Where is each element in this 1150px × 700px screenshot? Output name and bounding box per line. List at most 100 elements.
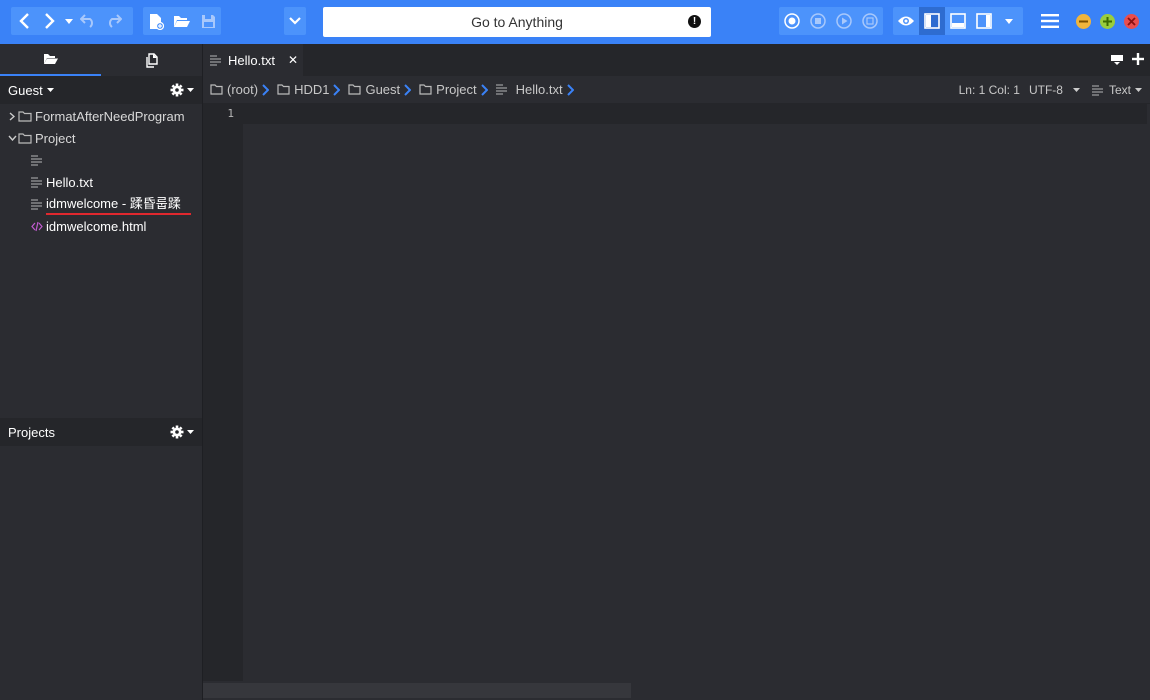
focus-mode-button[interactable] <box>893 7 919 35</box>
files-icon <box>145 52 158 68</box>
breadcrumb-label: Project <box>436 82 477 97</box>
nav-group <box>11 7 133 35</box>
chevron-down-icon[interactable] <box>7 135 17 141</box>
record-macro-button[interactable] <box>779 7 805 35</box>
editor-tab-bar: Hello.txt ✕ <box>203 44 1150 76</box>
plus-icon <box>1103 17 1112 26</box>
tree-item-label: FormatAfterNeedProgram <box>35 108 185 124</box>
toggle-bottom-pane-button[interactable] <box>945 7 971 35</box>
code-icon <box>31 221 43 231</box>
text-file-icon <box>495 84 507 95</box>
breadcrumb-item[interactable]: Guest <box>348 82 417 97</box>
view-dropdown[interactable] <box>997 7 1021 35</box>
save-macro-button[interactable] <box>857 7 883 35</box>
gear-icon <box>170 83 184 97</box>
folder-icon <box>419 84 432 95</box>
cursor-position[interactable]: Ln: 1 Col: 1 <box>959 83 1020 97</box>
chevron-right-icon[interactable] <box>7 111 17 121</box>
tree-item-file[interactable] <box>0 149 202 171</box>
tab-hello-txt[interactable]: Hello.txt ✕ <box>203 44 303 76</box>
stop-macro-button[interactable] <box>805 7 831 35</box>
folder-icon <box>348 84 362 95</box>
breadcrumb-label: Hello.txt <box>515 82 563 97</box>
tree-item-label: idmwelcome.html <box>46 218 147 234</box>
go-to-anything-input[interactable]: Go to Anything ! <box>323 7 711 37</box>
text-file-icon <box>31 198 42 210</box>
open-folder-icon <box>174 16 190 27</box>
text-file-icon <box>1091 84 1103 96</box>
breadcrumb-item[interactable]: HDD1 <box>277 82 346 97</box>
tab-close-icon[interactable]: ✕ <box>288 53 298 67</box>
tree-item-folder[interactable]: FormatAfterNeedProgram <box>0 105 202 127</box>
main-menu-button[interactable] <box>1037 7 1063 35</box>
projects-settings-button[interactable] <box>170 425 194 439</box>
left-pane-icon <box>924 13 940 29</box>
right-pane-icon <box>976 13 992 29</box>
encoding-dropdown[interactable]: UTF-8 <box>1029 83 1080 97</box>
breadcrumb: (root) HDD1 Guest Project Hello.txt Ln: … <box>203 76 1150 104</box>
eye-icon <box>898 16 914 26</box>
status-area: Ln: 1 Col: 1 UTF-8 Text <box>959 76 1142 104</box>
redo-button[interactable] <box>101 7 127 35</box>
left-sidebar: Guest FormatAfterNeedProgram Project Hel… <box>0 44 203 700</box>
breadcrumb-item[interactable]: Hello.txt <box>495 82 580 97</box>
save-button[interactable] <box>195 7 221 35</box>
macro-group <box>779 7 883 35</box>
play-macro-button[interactable] <box>831 7 857 35</box>
breadcrumb-separator-icon <box>566 83 574 96</box>
breadcrumb-separator-icon <box>480 83 488 96</box>
tree-item-label: Hello.txt <box>46 174 93 190</box>
editor-pane[interactable]: 1 <box>203 104 1150 681</box>
user-dropdown[interactable]: Guest <box>8 83 54 98</box>
save-macro-icon <box>862 13 878 29</box>
undo-button[interactable] <box>75 7 101 35</box>
close-window-button[interactable] <box>1124 14 1139 29</box>
tree-item-file[interactable]: idmwelcome - 蹂昏룹蹂 <box>0 193 202 215</box>
history-dropdown[interactable] <box>63 7 75 35</box>
back-button[interactable] <box>11 7 37 35</box>
alert-icon[interactable]: ! <box>688 15 701 28</box>
menu-dropdown-button[interactable] <box>284 7 306 35</box>
breadcrumb-item[interactable]: (root) <box>210 82 275 97</box>
caret-down-icon <box>187 430 194 434</box>
toggle-left-pane-button[interactable] <box>919 7 945 35</box>
tab-places[interactable] <box>0 44 101 76</box>
tab-list-button[interactable] <box>1110 53 1124 69</box>
forward-button[interactable] <box>37 7 63 35</box>
undo-icon <box>80 14 93 28</box>
scrollbar-thumb[interactable] <box>203 683 631 698</box>
places-settings-button[interactable] <box>170 83 194 97</box>
toggle-right-pane-button[interactable] <box>971 7 997 35</box>
text-file-icon <box>31 154 42 166</box>
language-dropdown[interactable]: Text <box>1091 83 1142 97</box>
caret-down-icon <box>65 18 73 24</box>
horizontal-scrollbar[interactable] <box>203 681 1150 700</box>
plus-icon <box>1132 53 1144 65</box>
caret-down-icon <box>1005 18 1013 24</box>
new-tab-button[interactable] <box>1132 53 1144 68</box>
tree-item-folder[interactable]: Project <box>0 127 202 149</box>
new-file-button[interactable] <box>143 7 169 35</box>
tab-open-files[interactable] <box>101 44 202 76</box>
breadcrumb-separator-icon <box>404 83 412 96</box>
view-group <box>893 7 1023 35</box>
tab-label: Hello.txt <box>228 52 275 68</box>
minimize-button[interactable] <box>1076 14 1091 29</box>
tree-item-file[interactable]: idmwelcome.html <box>0 215 202 237</box>
go-to-anything-label: Go to Anything <box>471 14 563 30</box>
sidebar-tabs <box>0 44 202 76</box>
redo-icon <box>109 14 122 28</box>
folder-icon <box>18 110 32 122</box>
user-label: Guest <box>8 82 43 98</box>
projects-label: Projects <box>8 424 55 440</box>
close-icon <box>1127 17 1136 26</box>
maximize-button[interactable] <box>1100 14 1115 29</box>
open-folder-button[interactable] <box>169 7 195 35</box>
tree-item-file[interactable]: Hello.txt <box>0 171 202 193</box>
chevron-down-icon <box>289 17 301 25</box>
caret-down-icon <box>1072 88 1080 92</box>
text-file-icon <box>31 176 42 188</box>
language-label: Text <box>1108 83 1131 97</box>
breadcrumb-item[interactable]: Project <box>419 82 493 97</box>
file-group <box>143 7 221 35</box>
